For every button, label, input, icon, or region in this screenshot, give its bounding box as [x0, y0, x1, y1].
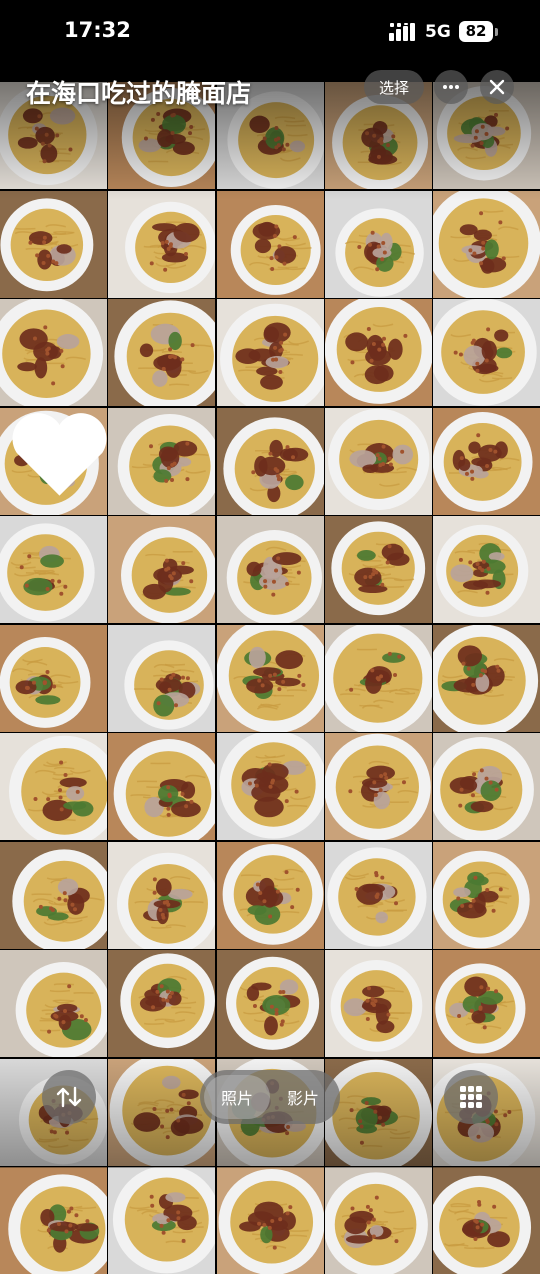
more-button[interactable]	[434, 70, 468, 104]
album-title: 在海口吃过的腌面店	[26, 79, 252, 108]
photo-thumbnail[interactable]	[0, 407, 107, 515]
photo-thumbnail[interactable]	[108, 1167, 216, 1274]
photo-thumbnail[interactable]	[216, 407, 324, 515]
media-type-segmented-control: 照片 影片	[200, 1070, 340, 1124]
photo-thumbnail[interactable]	[108, 1058, 216, 1166]
photo-thumbnail[interactable]	[108, 190, 216, 298]
photo-thumbnail[interactable]	[0, 299, 107, 406]
photo-thumbnail[interactable]	[324, 950, 432, 1057]
photo-thumbnail[interactable]	[216, 841, 324, 949]
sort-arrows-icon	[56, 1086, 82, 1108]
grid-view-button[interactable]	[444, 1070, 498, 1124]
photo-thumbnail[interactable]	[108, 733, 216, 840]
photo-thumbnail[interactable]	[324, 1167, 432, 1274]
status-time: 17:32	[64, 18, 131, 42]
photo-thumbnail[interactable]	[108, 841, 216, 949]
photo-thumbnail[interactable]	[433, 624, 540, 732]
photo-thumbnail[interactable]	[0, 733, 107, 840]
battery-cap	[495, 28, 498, 36]
photo-thumbnail[interactable]	[433, 407, 540, 515]
photo-thumbnail[interactable]	[324, 1058, 432, 1166]
photo-thumbnail[interactable]	[0, 624, 107, 732]
photo-thumbnail[interactable]	[433, 190, 540, 298]
photo-thumbnail[interactable]	[0, 190, 107, 298]
photo-thumbnail[interactable]	[216, 516, 324, 623]
photo-thumbnail[interactable]	[216, 299, 324, 406]
photo-thumbnail[interactable]	[324, 733, 432, 840]
photo-thumbnail[interactable]	[324, 841, 432, 949]
sort-button[interactable]	[42, 1070, 96, 1124]
battery-icon: 82	[459, 21, 493, 42]
photo-thumbnail[interactable]	[324, 516, 432, 623]
photo-thumbnail[interactable]	[433, 299, 540, 406]
photo-thumbnail[interactable]	[324, 299, 432, 406]
photo-thumbnail[interactable]	[108, 516, 216, 623]
photo-thumbnail[interactable]	[433, 1167, 540, 1274]
segment-videos[interactable]: 影片	[270, 1075, 336, 1119]
photo-thumbnail[interactable]	[0, 841, 107, 949]
photo-thumbnail[interactable]	[0, 1167, 107, 1274]
ellipsis-icon	[443, 85, 459, 89]
photo-thumbnail[interactable]	[216, 733, 324, 840]
photo-thumbnail[interactable]	[0, 516, 107, 623]
photo-thumbnail[interactable]	[0, 950, 107, 1057]
segment-photos[interactable]: 照片	[204, 1075, 270, 1119]
photo-thumbnail[interactable]	[324, 190, 432, 298]
close-button[interactable]	[480, 70, 514, 104]
photo-thumbnail[interactable]	[433, 841, 540, 949]
photo-thumbnail[interactable]	[216, 624, 324, 732]
photo-thumbnail[interactable]	[108, 299, 216, 406]
photo-thumbnail[interactable]	[108, 624, 216, 732]
photo-thumbnail[interactable]	[108, 407, 216, 515]
cellular-signal-icon	[389, 23, 415, 41]
status-bar: 17:32 5G 82	[0, 0, 540, 64]
photo-thumbnail[interactable]	[108, 950, 216, 1057]
photo-thumbnail[interactable]	[324, 407, 432, 515]
favorite-heart-icon	[12, 412, 107, 496]
photo-thumbnail[interactable]	[324, 624, 432, 732]
select-button[interactable]: 选择	[364, 70, 424, 104]
photo-thumbnail[interactable]	[433, 950, 540, 1057]
photo-thumbnail[interactable]	[216, 190, 324, 298]
network-type: 5G	[425, 22, 451, 42]
photo-thumbnail[interactable]	[433, 733, 540, 840]
photo-thumbnail[interactable]	[216, 1167, 324, 1274]
close-icon	[489, 79, 505, 95]
grid-icon	[460, 1086, 482, 1108]
photo-thumbnail[interactable]	[433, 516, 540, 623]
photo-thumbnail[interactable]	[216, 950, 324, 1057]
